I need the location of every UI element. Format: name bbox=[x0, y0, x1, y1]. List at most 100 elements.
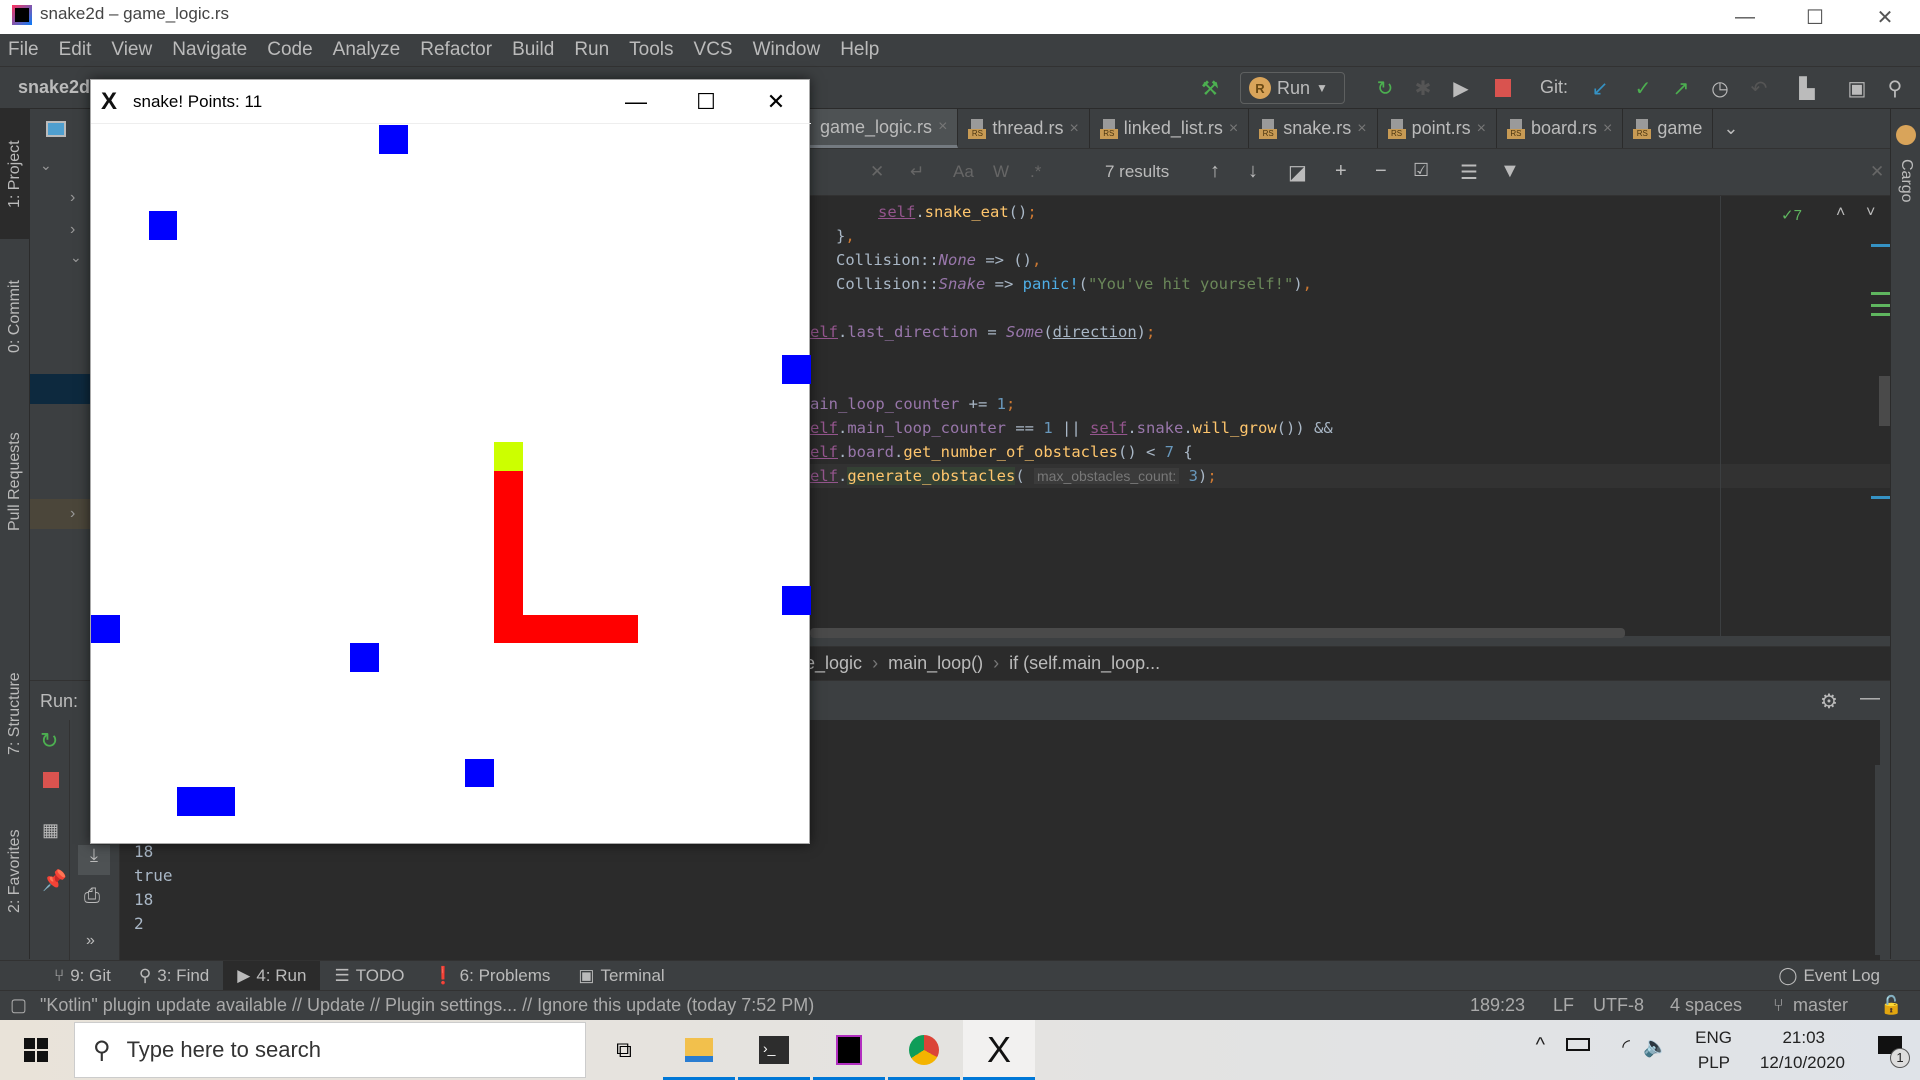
rollback-icon[interactable]: ↶ bbox=[1744, 73, 1774, 103]
stripe-marker[interactable] bbox=[1871, 292, 1891, 295]
close-icon[interactable]: × bbox=[1357, 120, 1366, 138]
tab-snake[interactable]: snake.rs × bbox=[1249, 109, 1378, 148]
terminal-icon[interactable]: ›_ bbox=[738, 1020, 810, 1080]
close-icon[interactable]: × bbox=[1603, 120, 1612, 138]
project-structure-icon[interactable]: ▙ bbox=[1792, 73, 1822, 103]
close-find-bar-icon[interactable]: ✕ bbox=[1870, 162, 1884, 182]
event-log-button[interactable]: ◯ Event Log bbox=[1778, 961, 1880, 991]
match-case-toggle[interactable]: Aa bbox=[953, 162, 974, 182]
close-icon[interactable]: × bbox=[1229, 120, 1238, 138]
tool-tab-find[interactable]: ⚲ 3: Find bbox=[125, 961, 223, 991]
x-server-icon[interactable]: X bbox=[963, 1020, 1035, 1080]
tab-thread[interactable]: thread.rs × bbox=[958, 109, 1090, 148]
menu-window[interactable]: Window bbox=[753, 39, 821, 61]
menu-tools[interactable]: Tools bbox=[629, 39, 673, 61]
remove-occurrence-icon[interactable]: − bbox=[1375, 160, 1387, 183]
menu-help[interactable]: Help bbox=[840, 39, 879, 61]
lock-icon[interactable]: 🔓 bbox=[1880, 995, 1902, 1016]
layout-icon[interactable]: ▦ bbox=[42, 820, 59, 841]
stop-button[interactable] bbox=[1488, 73, 1518, 103]
whole-words-toggle[interactable]: W bbox=[993, 162, 1009, 182]
snake-close-button[interactable]: ✕ bbox=[741, 80, 811, 124]
minimize-button[interactable]: — bbox=[1710, 0, 1780, 34]
tool-tab-commit[interactable]: 0: Commit bbox=[0, 254, 30, 379]
run-anything-icon[interactable]: ▣ bbox=[1842, 73, 1872, 103]
menu-code[interactable]: Code bbox=[267, 39, 312, 61]
maximize-button[interactable]: ☐ bbox=[1780, 0, 1850, 34]
previous-occurrence-arrow-up-icon[interactable]: ↑ bbox=[1210, 160, 1220, 183]
status-message[interactable]: "Kotlin" plugin update available // Upda… bbox=[40, 995, 814, 1016]
snake-minimize-button[interactable]: — bbox=[601, 80, 671, 124]
settings-gear-icon[interactable]: ⚙ bbox=[1820, 689, 1838, 714]
tabs-overflow-chevron-icon[interactable]: ⌄ bbox=[1713, 109, 1748, 148]
chevron-right-icon[interactable]: › bbox=[70, 221, 75, 239]
debug-bug-icon[interactable]: ✱ bbox=[1408, 73, 1438, 103]
rerun-icon[interactable]: ↻ bbox=[1370, 73, 1400, 103]
more-chevrons-icon[interactable]: » bbox=[86, 932, 95, 950]
stripe-marker[interactable] bbox=[1871, 304, 1891, 307]
intellij-icon[interactable] bbox=[813, 1020, 885, 1080]
horizontal-scrollbar[interactable] bbox=[810, 628, 1625, 638]
chrome-icon[interactable] bbox=[888, 1020, 960, 1080]
keyboard-layout[interactable]: PLP bbox=[1698, 1053, 1730, 1073]
run-configuration-dropdown[interactable]: R Run ▼ bbox=[1240, 72, 1345, 104]
status-window-icon[interactable]: ▢ bbox=[10, 995, 27, 1016]
menu-navigate[interactable]: Navigate bbox=[172, 39, 247, 61]
menu-view[interactable]: View bbox=[111, 39, 152, 61]
selected-tree-row[interactable] bbox=[30, 374, 90, 404]
clock-date[interactable]: 12/10/2020 bbox=[1760, 1053, 1845, 1073]
tab-game-logic[interactable]: game_logic.rs × bbox=[810, 109, 959, 148]
rerun-icon[interactable]: ↻ bbox=[40, 728, 58, 754]
tool-tab-project[interactable]: 1: Project bbox=[0, 109, 30, 239]
previous-highlight-chevron-up-icon[interactable]: ˄ bbox=[1836, 204, 1845, 222]
git-push-icon[interactable]: ↗ bbox=[1666, 73, 1696, 103]
git-branch[interactable]: master bbox=[1793, 995, 1848, 1016]
select-all-occurrences-icon[interactable]: ◪ bbox=[1288, 160, 1307, 185]
filter-funnel-icon[interactable]: ▼ bbox=[1500, 160, 1520, 183]
tab-board[interactable]: board.rs × bbox=[1497, 109, 1624, 148]
regex-toggle[interactable]: .* bbox=[1030, 162, 1041, 182]
next-occurrence-arrow-down-icon[interactable]: ↓ bbox=[1248, 160, 1258, 183]
hide-panel-minus-icon[interactable]: — bbox=[1860, 687, 1880, 710]
indent-setting[interactable]: 4 spaces bbox=[1670, 995, 1742, 1016]
tab-point[interactable]: point.rs × bbox=[1378, 109, 1497, 148]
tool-tab-problems[interactable]: ❗ 6: Problems bbox=[419, 961, 565, 991]
close-icon[interactable]: × bbox=[1477, 120, 1486, 138]
coverage-icon[interactable]: ▶ bbox=[1446, 73, 1476, 103]
history-clock-icon[interactable]: ◷ bbox=[1705, 73, 1735, 103]
scroll-to-end-icon[interactable]: ⤓ bbox=[78, 845, 110, 875]
tab-game[interactable]: game bbox=[1623, 109, 1714, 148]
snake-game-window[interactable]: X snake! Points: 11 — ☐ ✕ bbox=[90, 79, 811, 844]
tool-tab-structure[interactable]: 7: Structure bbox=[0, 644, 30, 784]
menu-file[interactable]: File bbox=[8, 39, 39, 61]
stop-button[interactable] bbox=[43, 772, 59, 788]
select-occurrences-checkbox-icon[interactable]: ☑ bbox=[1413, 160, 1429, 181]
line-separator[interactable]: LF bbox=[1553, 995, 1574, 1016]
tree-row-collapsed[interactable]: › bbox=[30, 499, 90, 529]
git-update-icon[interactable]: ↙ bbox=[1585, 73, 1615, 103]
snake-maximize-button[interactable]: ☐ bbox=[671, 80, 741, 124]
wifi-icon[interactable]: ◜ bbox=[1622, 1034, 1630, 1059]
tool-tab-pull-requests[interactable]: Pull Requests bbox=[0, 399, 30, 564]
menu-edit[interactable]: Edit bbox=[59, 39, 92, 61]
pin-icon[interactable]: 📌 bbox=[42, 868, 67, 893]
tool-tab-cargo[interactable]: Cargo bbox=[1891, 151, 1920, 211]
search-everywhere-icon[interactable]: ⚲ bbox=[1880, 73, 1910, 103]
add-occurrence-icon[interactable]: + bbox=[1335, 160, 1347, 183]
menu-analyze[interactable]: Analyze bbox=[333, 39, 401, 61]
tool-tab-run[interactable]: ▶ 4: Run bbox=[223, 960, 321, 991]
snake-window-title-bar[interactable]: X snake! Points: 11 — ☐ ✕ bbox=[91, 80, 811, 124]
battery-icon[interactable] bbox=[1566, 1038, 1590, 1051]
breadcrumb-item[interactable]: main_loop() bbox=[888, 653, 983, 674]
stripe-marker[interactable] bbox=[1871, 244, 1891, 247]
menu-build[interactable]: Build bbox=[512, 39, 554, 61]
clock-time[interactable]: 21:03 bbox=[1782, 1028, 1825, 1048]
task-view-icon[interactable]: ⧉ bbox=[588, 1020, 660, 1080]
tool-tab-git[interactable]: ⑂ 9: Git bbox=[40, 961, 125, 991]
clear-search-icon[interactable]: ✕ bbox=[870, 162, 884, 182]
taskbar-search-box[interactable]: ⚲ Type here to search bbox=[74, 1022, 586, 1078]
console-scrollbar[interactable] bbox=[1875, 765, 1885, 955]
tool-tab-todo[interactable]: ☰ TODO bbox=[320, 961, 418, 991]
next-highlight-chevron-down-icon[interactable]: ˅ bbox=[1866, 204, 1875, 222]
start-button[interactable] bbox=[0, 1020, 72, 1080]
